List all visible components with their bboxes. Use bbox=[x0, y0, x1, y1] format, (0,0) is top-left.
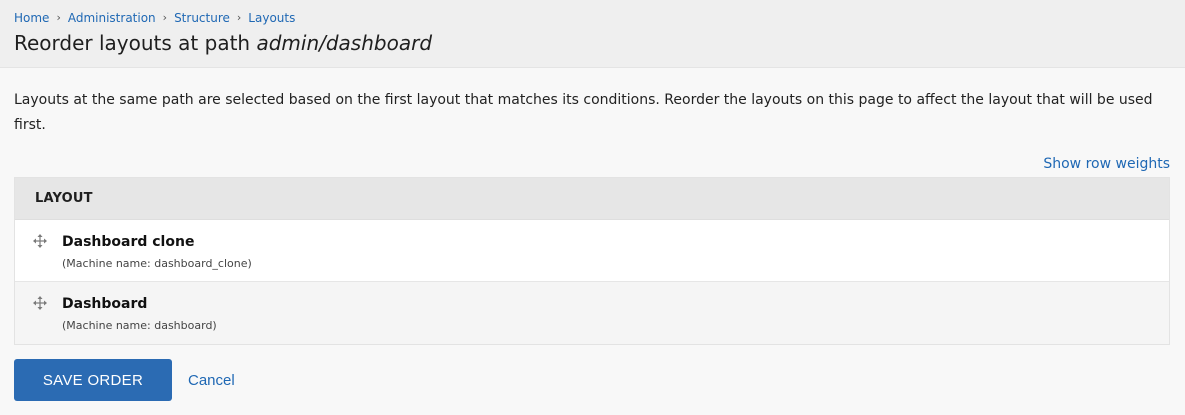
page-title-path: admin/dashboard bbox=[256, 31, 433, 55]
chevron-right-icon: › bbox=[162, 11, 168, 24]
chevron-right-icon: › bbox=[56, 11, 61, 24]
save-order-button[interactable]: SAVE ORDER bbox=[14, 359, 172, 401]
show-row-weights-link[interactable]: Show row weights bbox=[1043, 156, 1170, 172]
layout-title: Dashboard bbox=[62, 296, 148, 312]
drag-handle-icon[interactable] bbox=[33, 233, 47, 248]
breadcrumb-item-administration[interactable]: Administration bbox=[68, 11, 156, 25]
page-description: Layouts at the same path are selected ba… bbox=[14, 92, 1153, 133]
breadcrumb-item-home[interactable]: Home bbox=[14, 11, 49, 25]
breadcrumb-item-structure[interactable]: Structure bbox=[174, 11, 230, 25]
table-row: Dashboard clone (Machine name: dashboard… bbox=[15, 220, 1169, 282]
chevron-right-icon: › bbox=[236, 11, 242, 24]
layout-machine-name: (Machine name: dashboard) bbox=[62, 319, 217, 332]
breadcrumb-item-layouts[interactable]: Layouts bbox=[248, 11, 295, 25]
layouts-table: LAYOUT Dashboard clone (Machine name: da… bbox=[14, 177, 1170, 345]
layout-machine-name: (Machine name: dashboard_clone) bbox=[62, 257, 252, 270]
layout-title: Dashboard clone bbox=[62, 234, 195, 250]
cancel-link[interactable]: Cancel bbox=[188, 372, 235, 389]
drag-handle-icon[interactable] bbox=[33, 295, 47, 310]
page-header: Home › Administration › Structure › Layo… bbox=[0, 0, 1185, 68]
page-title-prefix: Reorder layouts at path bbox=[14, 31, 257, 55]
table-row: Dashboard (Machine name: dashboard) bbox=[15, 282, 1169, 344]
page-title: Reorder layouts at path admin/dashboard bbox=[14, 31, 432, 55]
table-header-layout: LAYOUT bbox=[15, 178, 1169, 220]
breadcrumb: Home › Administration › Structure › Layo… bbox=[14, 11, 295, 25]
form-actions: SAVE ORDER Cancel bbox=[14, 359, 235, 401]
